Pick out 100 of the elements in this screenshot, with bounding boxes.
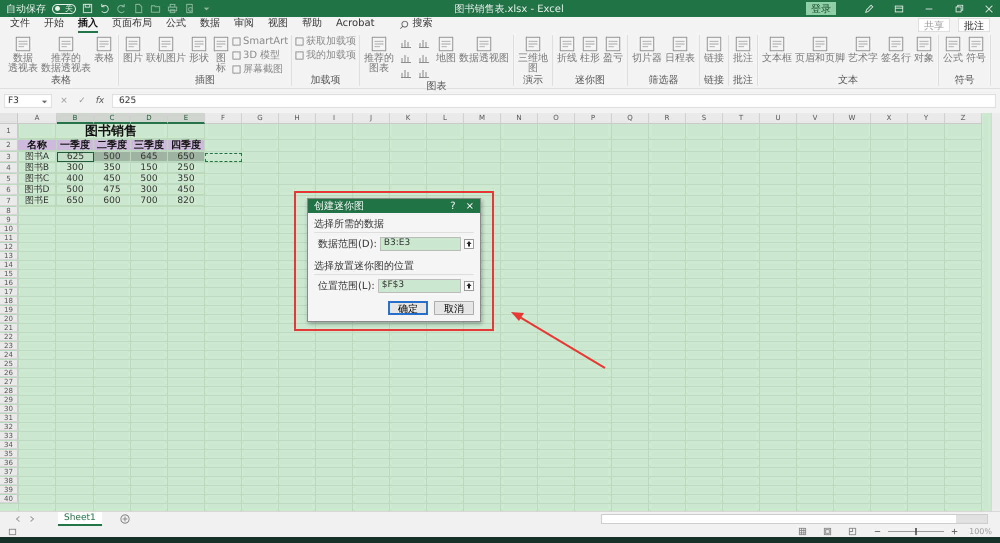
formula-field[interactable]: 625 <box>112 94 996 108</box>
undo-icon[interactable] <box>99 3 110 14</box>
search-icon[interactable] <box>398 20 409 30</box>
ribbon-tab[interactable]: 公式 <box>166 17 186 33</box>
autosave-label: 自动保存 <box>6 2 46 16</box>
ribbon-button[interactable]: 数据透视图 <box>458 35 510 64</box>
ribbon-button[interactable]: 图 标 <box>211 35 231 74</box>
page-break-icon[interactable] <box>848 527 858 536</box>
restore-icon[interactable] <box>954 4 964 14</box>
ribbon-button[interactable]: 折线 <box>556 35 578 64</box>
chart-icon[interactable] <box>418 67 430 79</box>
ribbon-button[interactable]: 文本框 <box>761 35 794 64</box>
sheet-tab[interactable]: Sheet1 <box>58 512 102 526</box>
range-field[interactable]: B3:E3 <box>380 237 461 251</box>
redo-icon[interactable] <box>116 3 127 14</box>
name-box[interactable]: F3 <box>4 94 52 108</box>
folder-icon[interactable] <box>150 3 161 14</box>
table-cell: 300 <box>131 185 168 195</box>
macro-record-icon[interactable] <box>8 527 17 536</box>
help-button[interactable]: ? <box>450 200 456 212</box>
table-cell: 500 <box>94 152 131 162</box>
ribbon-tab[interactable]: 审阅 <box>234 17 254 33</box>
ribbon-tab[interactable]: 文件 <box>10 17 30 33</box>
ribbon-button[interactable]: 签名行 <box>880 35 912 64</box>
ribbon-button[interactable]: 对象 <box>913 35 936 64</box>
ribbon-tab[interactable]: 视图 <box>268 17 288 33</box>
zoom-in-icon[interactable] <box>950 527 960 536</box>
ribbon-button[interactable]: 推荐的 图表 <box>363 35 396 74</box>
chart-icon[interactable] <box>400 52 412 64</box>
document-icon[interactable] <box>133 3 144 14</box>
collapse-dialog-icon[interactable] <box>464 239 474 249</box>
ribbon-tab[interactable]: 数据 <box>200 17 220 33</box>
ribbon-button[interactable]: 批注 <box>732 35 754 64</box>
save-icon[interactable] <box>82 3 93 14</box>
comments-button[interactable]: 批注 <box>958 18 990 32</box>
ribbon-button[interactable]: 柱形 <box>579 35 602 64</box>
ribbon-button[interactable]: 艺术字 <box>847 35 880 64</box>
document-icon <box>581 35 600 53</box>
dialog-button[interactable]: 取消 <box>434 301 474 315</box>
group-label: 符号 <box>954 75 975 86</box>
insert-function-button[interactable]: fx <box>94 96 106 106</box>
ribbon-button[interactable]: 公式 <box>942 35 964 64</box>
ribbon-button[interactable]: 3D 模型 <box>232 50 288 61</box>
printer-icon[interactable] <box>167 3 178 14</box>
ribbon-button[interactable]: 符号 <box>965 35 988 64</box>
range-field[interactable]: $F$3 <box>378 279 461 293</box>
ribbon-button[interactable]: 链接 <box>703 35 726 64</box>
ribbon-button[interactable]: 屏幕截图 <box>232 64 288 75</box>
ribbon-tab[interactable]: 开始 <box>44 17 64 33</box>
previous-sheet-icon[interactable] <box>14 515 22 523</box>
close-button[interactable]: × <box>466 200 474 212</box>
ribbon-button[interactable]: 页眉和页脚 <box>794 35 846 64</box>
table-cell: 650 <box>57 196 94 206</box>
table-cell: 475 <box>94 185 131 195</box>
autosave-toggle[interactable]: 关 <box>52 4 76 14</box>
ribbon-button[interactable]: 表格 <box>93 35 115 64</box>
collapse-dialog-icon[interactable] <box>464 281 474 291</box>
group-label: 图表 <box>426 81 447 92</box>
ribbon-button[interactable]: 日程表 <box>664 35 696 64</box>
ribbon-button[interactable]: 数据 透视表 <box>7 35 39 74</box>
document-icon <box>370 35 388 53</box>
square-icon <box>295 37 304 46</box>
ribbon-button[interactable]: 获取加载项 <box>295 36 356 47</box>
group-label: 文本 <box>838 75 858 86</box>
sign-in-button[interactable]: 登录 <box>806 2 836 15</box>
chart-icon[interactable] <box>400 37 412 49</box>
ribbon-button[interactable]: 形状 <box>188 35 210 64</box>
add-sheet-icon[interactable] <box>120 514 130 524</box>
horizontal-scrollbar[interactable] <box>601 514 988 524</box>
ribbon-button[interactable]: 我的加载项 <box>295 50 356 61</box>
square-icon <box>232 37 241 46</box>
page-layout-icon[interactable] <box>823 527 832 536</box>
ribbon-tab[interactable]: 帮助 <box>302 17 322 33</box>
zoom-level: 100% <box>969 527 992 536</box>
ribbon-display-icon[interactable] <box>894 4 904 14</box>
search-label[interactable]: 搜索 <box>412 17 433 33</box>
ribbon-button[interactable]: 推荐的 数据透视表 <box>40 35 92 74</box>
ribbon-button[interactable]: 三维地 图 <box>517 35 550 74</box>
ribbon-tab[interactable]: 页面布局 <box>112 17 152 33</box>
ribbon-button[interactable]: SmartArt <box>232 36 288 47</box>
document-icon <box>967 35 986 53</box>
chart-icon[interactable] <box>418 52 430 64</box>
ribbon-button[interactable]: 联机图片 <box>145 35 187 64</box>
chart-icon[interactable] <box>400 67 412 79</box>
table-cell: 图书C <box>18 174 57 184</box>
ribbon-button[interactable]: 地图 <box>435 35 458 64</box>
ribbon-button[interactable]: 切片器 <box>631 35 664 64</box>
dialog-button[interactable]: 确定 <box>388 301 428 315</box>
close-icon[interactable] <box>984 4 994 14</box>
next-sheet-icon[interactable] <box>28 515 36 523</box>
ribbon-button[interactable]: 盈亏 <box>602 35 624 64</box>
ribbon-button[interactable]: 图片 <box>122 35 144 64</box>
document-icon <box>944 35 962 53</box>
vertical-scrollbar[interactable] <box>991 113 1000 511</box>
preview-icon[interactable] <box>184 3 195 14</box>
chart-icon[interactable] <box>418 37 430 49</box>
pen-icon[interactable] <box>864 4 874 14</box>
ribbon-tab[interactable]: Acrobat <box>336 17 375 33</box>
normal-view-icon[interactable] <box>798 527 808 536</box>
document-icon <box>734 35 752 53</box>
